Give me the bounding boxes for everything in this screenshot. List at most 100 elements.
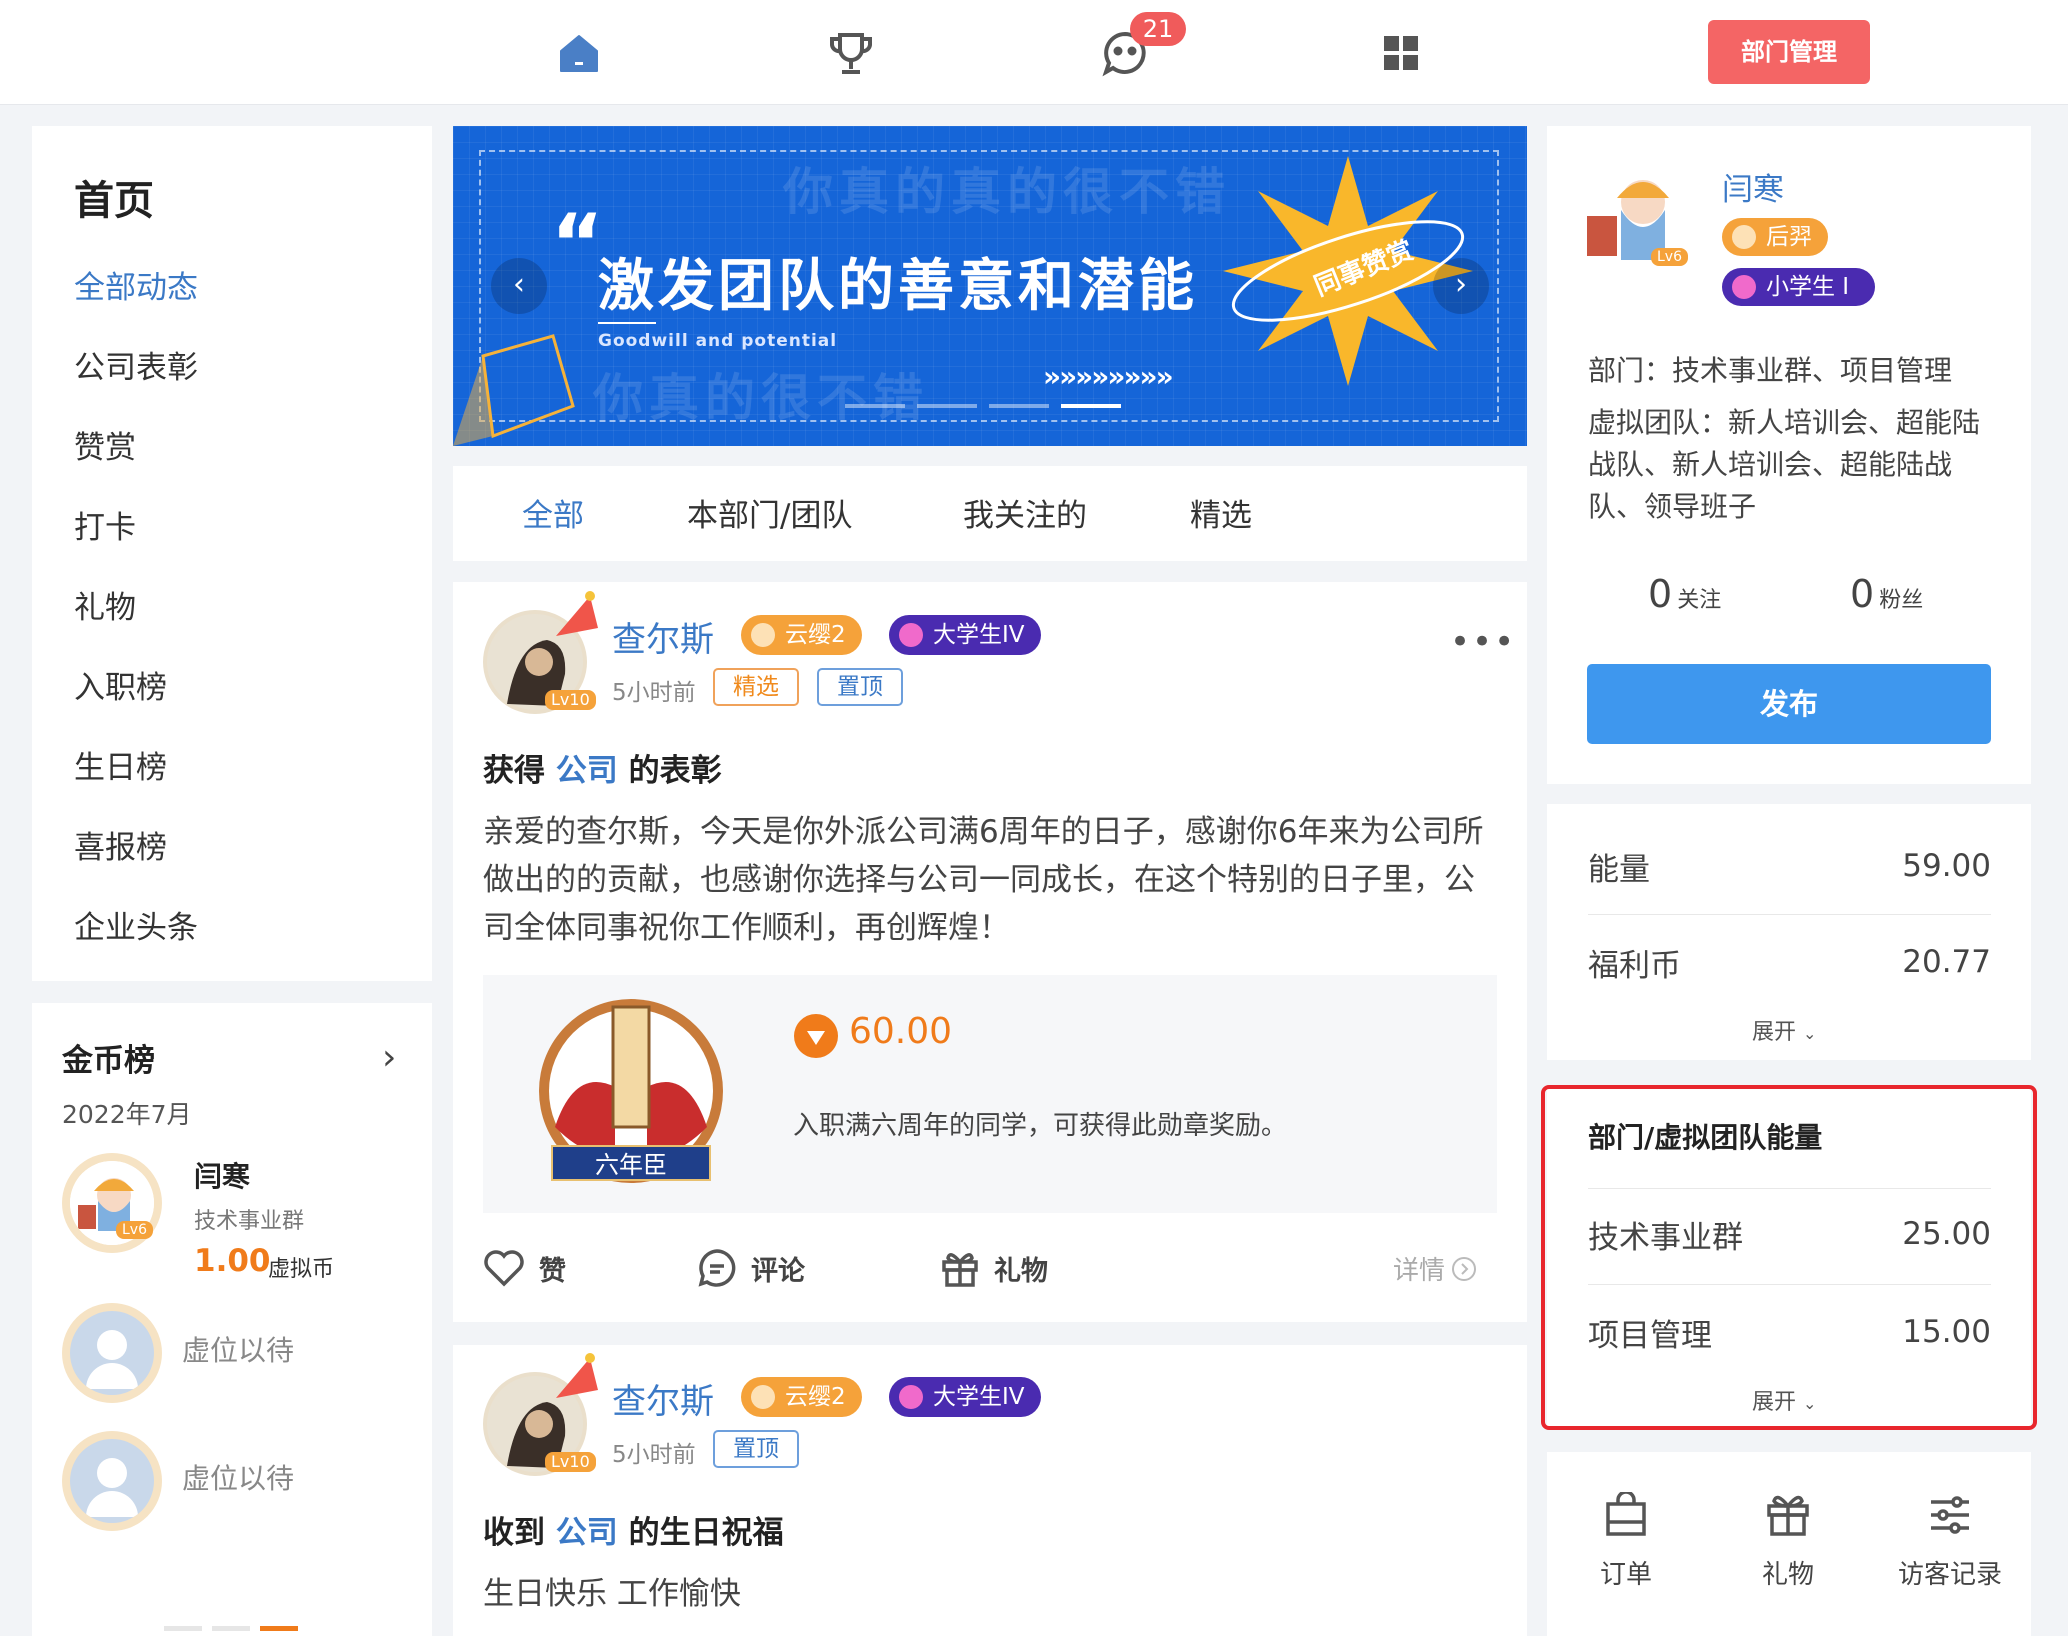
team-name: 项目管理 bbox=[1588, 1317, 1712, 1354]
welfare-coin-label: 福利币 bbox=[1588, 947, 1681, 984]
rank-tag: 大学生IV bbox=[889, 615, 1041, 655]
post-body: 亲爱的查尔斯，今天是你外派公司满6周年的日子，感谢你6年来为公司所做出的的贡献，… bbox=[483, 814, 1484, 946]
post-time: 5小时前 bbox=[612, 1442, 696, 1468]
level-badge: Lv6 bbox=[1651, 248, 1688, 266]
sidebar-nav: 首页 全部动态 公司表彰 赞赏 打卡 礼物 入职榜 生日榜 喜报榜 企业头条 bbox=[32, 126, 432, 981]
energy-value: 59.00 bbox=[1902, 848, 1991, 884]
comment-icon bbox=[698, 1249, 736, 1287]
vacant-label: 虚位以待 bbox=[182, 1334, 295, 1367]
featured-tag: 精选 bbox=[713, 668, 799, 706]
profile-virtual-teams: 虚拟团队：新人培训会、超能陆战队、新人培训会、超能陆战队、领导班子 bbox=[1588, 406, 1981, 523]
sidebar-item-onboarding-board[interactable]: 入职榜 bbox=[74, 662, 167, 707]
vacant-label: 虚位以待 bbox=[182, 1462, 295, 1495]
tab-my-department[interactable]: 本部门/团队 bbox=[687, 490, 852, 535]
tab-following[interactable]: 我关注的 bbox=[963, 490, 1087, 535]
banner-ghost-text: 你真的很不错 bbox=[593, 369, 929, 427]
rank-user-name: 闫寒 bbox=[194, 1160, 251, 1193]
welfare-coin-row: 福利币 20.77 bbox=[1588, 932, 1991, 992]
bag-icon bbox=[1606, 1490, 1646, 1536]
rank-user-dept: 技术事业群 bbox=[194, 1209, 305, 1234]
chevron-right-icon[interactable]: › bbox=[382, 1037, 396, 1078]
tab-featured[interactable]: 精选 bbox=[1190, 490, 1252, 535]
post-author-name[interactable]: 查尔斯 bbox=[612, 1374, 714, 1423]
level-badge: Lv10 bbox=[545, 1452, 596, 1472]
banner-ghost-text: 你真的真的很不错 bbox=[783, 163, 1231, 221]
post-body: 生日快乐 工作愉快 bbox=[483, 1576, 741, 1612]
coin-rank-card: 金币榜 › 2022年7月 Lv6 闫寒 技术事业群 1.00 虚拟币 虚位以待… bbox=[32, 1003, 432, 1636]
team-energy-title: 部门/虚拟团队能量 bbox=[1588, 1121, 1823, 1154]
team-energy-value: 25.00 bbox=[1902, 1216, 1991, 1252]
medal-name: 六年臣 bbox=[551, 1145, 711, 1181]
top-navigation-bar: 21 部门管理 bbox=[0, 0, 2068, 105]
avatar[interactable]: Lv6 bbox=[1585, 160, 1689, 270]
team-energy-row: 项目管理 15.00 bbox=[1588, 1302, 1991, 1362]
banner-prev-button[interactable]: ‹ bbox=[491, 258, 547, 314]
sidebar-item-company-awards[interactable]: 公司表彰 bbox=[74, 342, 198, 387]
gift-icon bbox=[942, 1253, 978, 1287]
profile-name[interactable]: 闫寒 bbox=[1722, 164, 1784, 209]
chevron-circle-icon bbox=[1452, 1256, 1477, 1281]
banner-subtitle: Goodwill and potential bbox=[598, 331, 838, 351]
coin-rank-date: 2022年7月 bbox=[62, 1100, 192, 1129]
post-author-name[interactable]: 查尔斯 bbox=[612, 612, 714, 661]
gift-button[interactable]: 礼物 bbox=[940, 1248, 1048, 1288]
orders-button[interactable]: 订单 bbox=[1556, 1490, 1696, 1591]
like-button[interactable]: 赞 bbox=[483, 1248, 566, 1288]
energy-row: 能量 59.00 bbox=[1588, 836, 1991, 896]
rank-user-unit: 虚拟币 bbox=[268, 1257, 335, 1282]
banner-headline: 激发团队的善意和潜能 bbox=[598, 254, 1198, 319]
sidebar-item-good-news-board[interactable]: 喜报榜 bbox=[74, 822, 167, 867]
fans-stat[interactable]: 0 粉丝 bbox=[1850, 572, 1923, 616]
banner-indicators[interactable] bbox=[845, 404, 1121, 408]
sidebar-title: 首页 bbox=[74, 178, 154, 224]
trophy-icon[interactable] bbox=[826, 28, 876, 78]
comment-button[interactable]: 评论 bbox=[697, 1248, 805, 1288]
medal-value: 60.00 bbox=[849, 1011, 953, 1052]
expand-toggle[interactable]: 展开 ⌄ bbox=[1752, 1384, 1816, 1416]
sliders-icon bbox=[1931, 1496, 1969, 1534]
tab-all[interactable]: 全部 bbox=[522, 490, 584, 535]
sidebar-item-all-activity[interactable]: 全部动态 bbox=[74, 262, 198, 307]
home-icon[interactable] bbox=[554, 28, 604, 78]
gift-icon bbox=[1767, 1495, 1809, 1536]
medal-card[interactable]: 六年臣 60.00 入职满六周年的同学，可获得此勋章奖励。 bbox=[483, 975, 1497, 1213]
banner-carousel[interactable]: 你真的真的很不错 你真的很不错 “ 激发团队的善意和潜能 Goodwill an… bbox=[453, 126, 1527, 446]
pinned-tag: 置顶 bbox=[713, 1430, 799, 1468]
chevrons-decoration: »»»»»»»» bbox=[1043, 360, 1174, 393]
department-management-button[interactable]: 部门管理 bbox=[1708, 20, 1870, 84]
level-badge: Lv10 bbox=[545, 690, 596, 710]
visitor-records-button[interactable]: 访客记录 bbox=[1880, 1492, 2020, 1591]
profile-department: 部门：技术事业群、项目管理 bbox=[1588, 354, 1953, 387]
publish-button[interactable]: 发布 bbox=[1587, 664, 1991, 744]
grid-icon[interactable] bbox=[1376, 28, 1426, 78]
quote-mark: “ bbox=[551, 197, 604, 290]
more-options-icon[interactable]: ••• bbox=[1450, 622, 1516, 662]
welfare-coin-value: 20.77 bbox=[1902, 944, 1991, 980]
sidebar-item-headlines[interactable]: 企业头条 bbox=[74, 902, 198, 947]
rank-tag: 小学生 I bbox=[1722, 268, 1876, 306]
sidebar-item-appreciation[interactable]: 赞赏 bbox=[74, 422, 136, 467]
coin-icon bbox=[794, 1014, 838, 1058]
party-hat-icon bbox=[556, 591, 598, 636]
rank-tag: 大学生IV bbox=[889, 1377, 1041, 1417]
coin-rank-title: 金币榜 bbox=[62, 1043, 155, 1079]
party-hat-icon bbox=[556, 1353, 598, 1398]
post-title: 获得 公司 的表彰 bbox=[483, 753, 722, 789]
avatar[interactable]: Lv6 bbox=[62, 1153, 162, 1253]
placeholder-avatar bbox=[62, 1303, 162, 1403]
gifts-button[interactable]: 礼物 bbox=[1718, 1492, 1858, 1591]
pagination-dots[interactable] bbox=[164, 1626, 298, 1631]
sidebar-item-birthday-board[interactable]: 生日榜 bbox=[74, 742, 167, 787]
expand-toggle[interactable]: 展开 ⌄ bbox=[1752, 1014, 1816, 1046]
honor-tag: 后羿 bbox=[1722, 218, 1828, 256]
post-time: 5小时前 bbox=[612, 680, 696, 706]
honor-tag: 云缨2 bbox=[741, 615, 862, 655]
level-badge: Lv6 bbox=[116, 1221, 153, 1239]
pinned-tag: 置顶 bbox=[817, 668, 903, 706]
banner-next-button[interactable]: › bbox=[1433, 258, 1489, 314]
heart-icon bbox=[484, 1250, 524, 1287]
sidebar-item-checkin[interactable]: 打卡 bbox=[74, 502, 136, 547]
follow-stat[interactable]: 0 关注 bbox=[1648, 572, 1721, 616]
post-detail-link[interactable]: 详情 bbox=[1393, 1250, 1477, 1287]
sidebar-item-gifts[interactable]: 礼物 bbox=[74, 582, 136, 627]
